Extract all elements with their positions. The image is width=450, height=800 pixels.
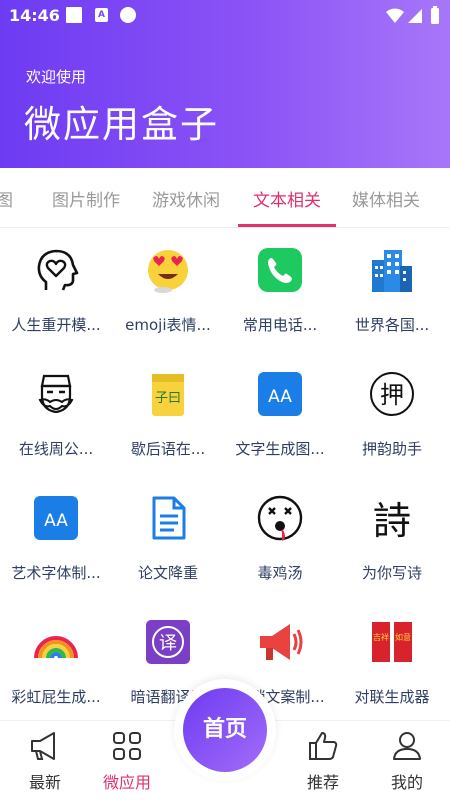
app-item-art-font[interactable]: AA 艺术字体制... [0, 478, 112, 598]
app-item-label: 对联生成器 [354, 688, 430, 706]
nav-mine-label: 我的 [390, 773, 423, 792]
app-item-countries[interactable]: 世界各国... [336, 230, 448, 350]
svg-text:如意: 如意 [395, 632, 411, 642]
status-bar: 14:46 A [0, 0, 450, 32]
dizzy-face-icon [257, 495, 303, 541]
megaphone-icon [260, 624, 303, 660]
app-title: 微应用盒子 [24, 103, 219, 146]
home-button[interactable]: 首页 [183, 688, 267, 772]
apps-grid-icon [113, 732, 141, 760]
app-item-label: 在线周公... [18, 440, 94, 458]
svg-text:押: 押 [380, 381, 404, 409]
app-item-label: 人生重开模... [11, 316, 101, 334]
buildings-icon [372, 250, 412, 292]
svg-text:吉祥: 吉祥 [373, 632, 389, 642]
app-item-label: 艺术字体制... [11, 564, 101, 582]
app-item-label: 歇后语在... [130, 440, 206, 458]
app-item-label: 彩虹屁生成... [11, 688, 101, 706]
app-item-text-to-image[interactable]: AA 文字生成图... [224, 354, 336, 474]
nav-recommend-label: 推荐 [306, 773, 339, 792]
wifi-signal-battery-icon [386, 6, 439, 24]
app-item-rhyme[interactable]: 押 押韵助手 [336, 354, 448, 474]
tab-partial[interactable]: 图 [0, 186, 13, 211]
app-item-label: 为你写诗 [361, 564, 422, 582]
nav-mine[interactable]: 我的 [362, 721, 450, 800]
app-item-label: emoji表情... [125, 316, 211, 334]
svg-text:AA: AA [268, 387, 292, 407]
app-header: 14:46 A 欢迎使用 微应用盒子 [0, 0, 450, 168]
app-item-paper-rewrite[interactable]: 论文降重 [112, 478, 224, 598]
notebook-icon: 子曰 [152, 374, 184, 416]
category-tabs: 图 图片制作 游戏休闲 文本相关 媒体相关 [0, 168, 450, 228]
notification-a-icon: A [95, 8, 108, 22]
nav-recommend[interactable]: 推荐 [278, 721, 368, 800]
thumbs-up-icon [309, 732, 338, 760]
rhyme-icon: 押 [370, 372, 414, 416]
font-aa-icon: AA [258, 372, 302, 416]
app-item-dream[interactable]: 在线周公... [0, 354, 112, 474]
nav-latest[interactable]: 最新 [0, 721, 90, 800]
app-item-label: 毒鸡汤 [257, 564, 303, 582]
app-item-rainbow-praise[interactable]: 彩虹屁生成... [0, 602, 112, 722]
translate-icon: 译 [146, 620, 190, 664]
nav-micro-apps-label: 微应用 [102, 773, 151, 792]
document-icon [152, 496, 186, 540]
notification-square-icon [66, 7, 82, 23]
app-item-xiehouyu[interactable]: 子曰 歇后语在... [112, 354, 224, 474]
app-item-write-poem[interactable]: 詩 为你写诗 [336, 478, 448, 598]
app-item-life-restart[interactable]: 人生重开模... [0, 230, 112, 350]
font-aa-icon: AA [34, 496, 78, 540]
app-item-label: 押韵助手 [361, 440, 422, 458]
tab-text[interactable]: 文本相关 [253, 186, 321, 211]
notification-circle-icon [120, 7, 136, 23]
sage-face-icon [38, 374, 74, 414]
status-time: 14:46 [9, 6, 60, 25]
app-item-label: 论文降重 [137, 564, 198, 582]
welcome-text: 欢迎使用 [26, 68, 87, 86]
app-item-label: 世界各国... [354, 316, 430, 334]
app-item-emoji[interactable]: emoji表情... [112, 230, 224, 350]
head-heart-icon [37, 249, 79, 291]
app-item-label: 常用电话... [242, 316, 318, 334]
poem-icon: 詩 [373, 499, 411, 542]
app-item-toxic-soup[interactable]: 毒鸡汤 [224, 478, 336, 598]
megaphone-outline-icon [31, 732, 55, 760]
phone-icon [258, 248, 302, 292]
person-icon [393, 732, 421, 760]
svg-text:AA: AA [44, 511, 68, 531]
emoji-love-icon [148, 250, 188, 293]
rainbow-icon [34, 636, 78, 659]
nav-micro-apps[interactable]: 微应用 [82, 721, 172, 800]
active-tab-indicator [238, 224, 336, 227]
svg-text:詩: 詩 [373, 499, 411, 542]
app-item-couplet[interactable]: 吉祥 如意 对联生成器 [336, 602, 448, 722]
tab-media[interactable]: 媒体相关 [352, 186, 420, 211]
couplet-icon: 吉祥 如意 [372, 622, 412, 662]
app-item-label: 文字生成图... [235, 440, 325, 458]
tab-games[interactable]: 游戏休闲 [152, 186, 220, 211]
nav-latest-label: 最新 [28, 773, 61, 792]
svg-text:子曰: 子曰 [155, 391, 181, 406]
app-item-phone[interactable]: 常用电话... [224, 230, 336, 350]
svg-text:译: 译 [159, 633, 177, 654]
tab-image-making[interactable]: 图片制作 [52, 186, 120, 211]
